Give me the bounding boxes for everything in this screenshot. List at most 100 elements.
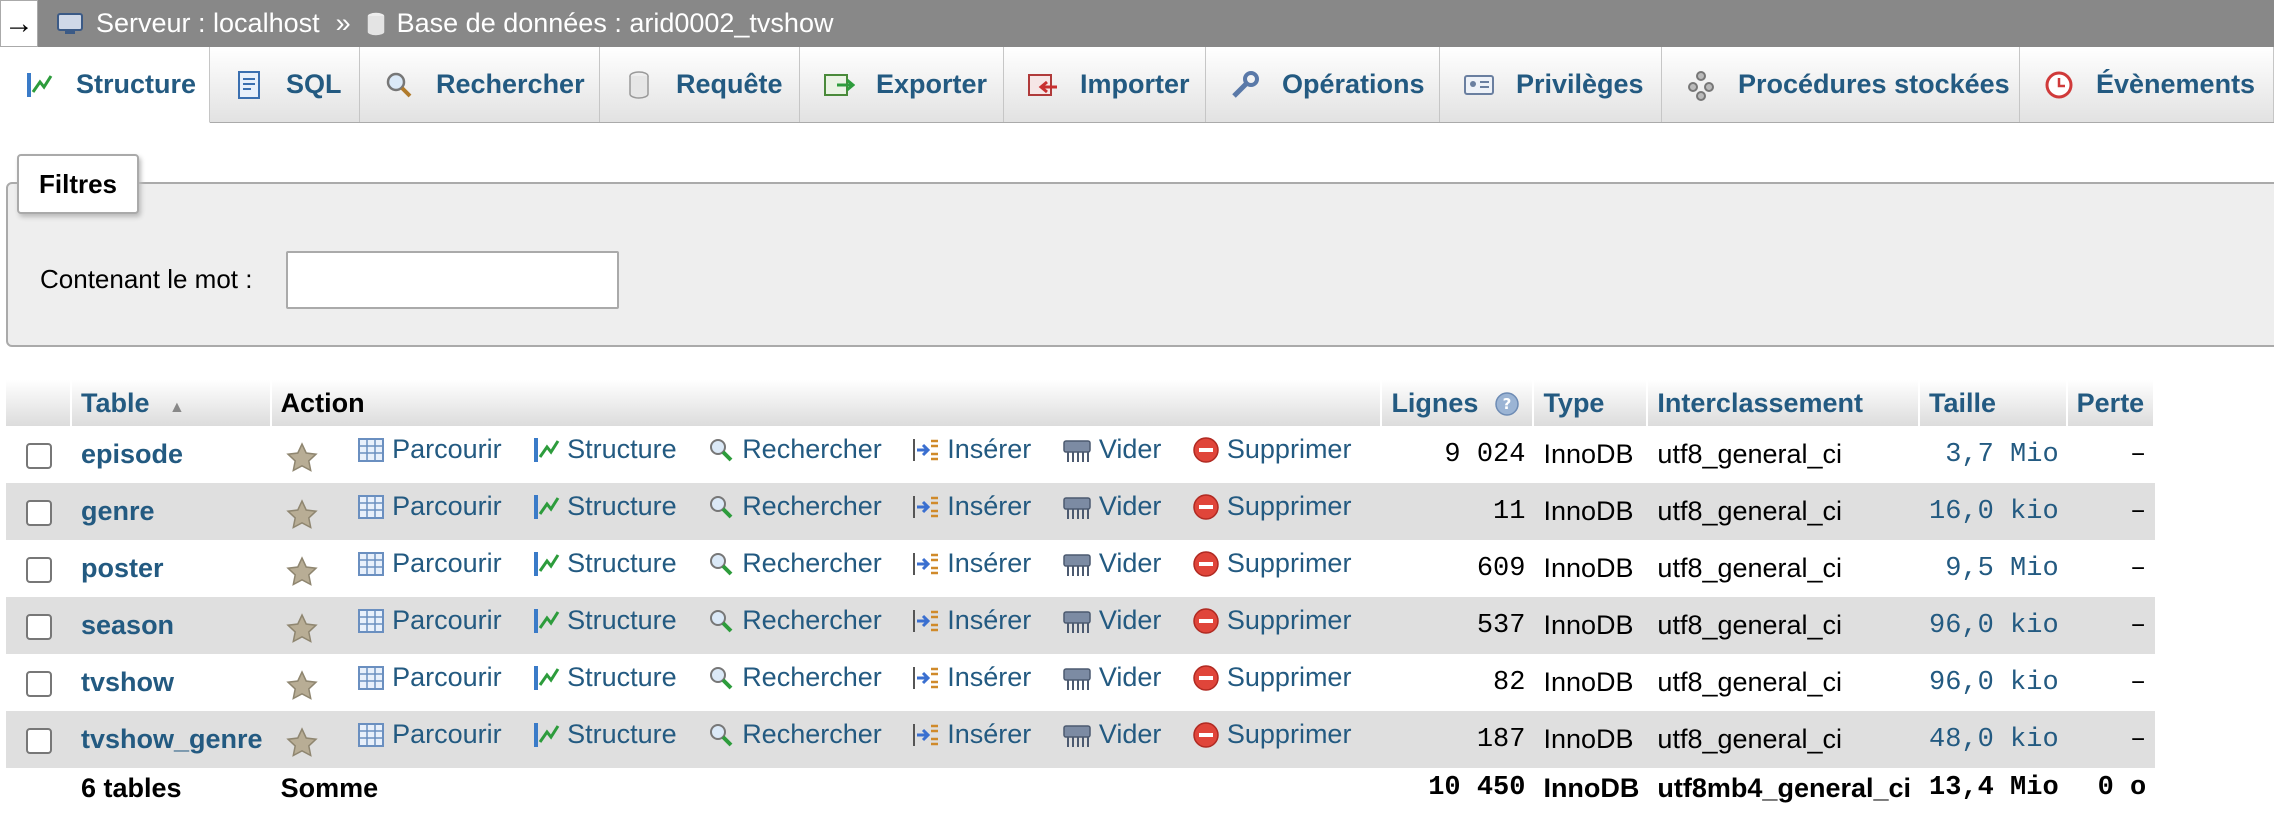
- insert-action[interactable]: Insérer: [911, 662, 1031, 693]
- table-name-link[interactable]: season: [81, 610, 174, 640]
- breadcrumb-database-link[interactable]: Base de données : arid0002_tvshow: [365, 8, 833, 39]
- favorite-star-icon[interactable]: [285, 498, 319, 532]
- browse-action[interactable]: Parcourir: [356, 548, 502, 579]
- structure-action[interactable]: Structure: [531, 719, 677, 750]
- empty-action[interactable]: Vider: [1061, 719, 1161, 750]
- drop-label: Supprimer: [1226, 605, 1352, 636]
- tab-structure[interactable]: Structure: [0, 47, 210, 123]
- insert-action[interactable]: Insérer: [911, 719, 1031, 750]
- tab-import[interactable]: Importer: [1004, 47, 1206, 122]
- tab-privileges[interactable]: Privilèges: [1440, 47, 1662, 122]
- structure-action[interactable]: Structure: [531, 491, 677, 522]
- sort-table-header[interactable]: Table ▲: [72, 380, 272, 426]
- row-checkbox[interactable]: [26, 556, 52, 583]
- search-action[interactable]: Rechercher: [706, 491, 882, 522]
- structure-label: Structure: [567, 491, 677, 522]
- structure-label: Structure: [567, 662, 677, 693]
- structure-icon: [534, 437, 560, 462]
- search-action[interactable]: Rechercher: [706, 605, 882, 636]
- browse-action[interactable]: Parcourir: [356, 605, 502, 636]
- row-checkbox[interactable]: [26, 670, 52, 697]
- row-count: 187: [1382, 711, 1535, 768]
- drop-action[interactable]: Supprimer: [1191, 434, 1351, 465]
- overhead-header[interactable]: Perte: [2067, 380, 2156, 426]
- tab-search[interactable]: Rechercher: [360, 47, 600, 122]
- drop-action[interactable]: Supprimer: [1191, 662, 1351, 693]
- overhead: –: [2067, 426, 2156, 483]
- row-checkbox[interactable]: [26, 442, 52, 469]
- insert-icon: [913, 609, 939, 632]
- favorite-star-icon[interactable]: [285, 441, 319, 475]
- structure-action[interactable]: Structure: [531, 662, 677, 693]
- collation: utf8_general_ci: [1648, 597, 1921, 654]
- search-action[interactable]: Rechercher: [706, 662, 882, 693]
- overhead: –: [2067, 540, 2156, 597]
- insert-action[interactable]: Insérer: [911, 605, 1031, 636]
- drop-action[interactable]: Supprimer: [1191, 548, 1351, 579]
- browse-action[interactable]: Parcourir: [356, 662, 502, 693]
- favorite-star-icon[interactable]: [285, 669, 319, 703]
- browse-action[interactable]: Parcourir: [356, 719, 502, 750]
- tab-query[interactable]: Requête: [600, 47, 800, 122]
- help-icon[interactable]: ?: [1494, 391, 1520, 417]
- table-name-link[interactable]: genre: [81, 496, 155, 526]
- drop-action[interactable]: Supprimer: [1191, 605, 1352, 636]
- insert-icon: [913, 495, 939, 518]
- tab-export[interactable]: Exporter: [800, 47, 1004, 122]
- search-icon: [710, 552, 733, 576]
- tab-routines[interactable]: Procédures stockées: [1662, 47, 2020, 122]
- search-action[interactable]: Rechercher: [706, 434, 882, 465]
- collation: utf8_general_ci: [1648, 654, 1921, 711]
- structure-action[interactable]: Structure: [531, 548, 677, 579]
- search-icon: [710, 495, 733, 519]
- size-header[interactable]: Taille: [1920, 380, 2068, 426]
- collapse-arrow-button[interactable]: →: [0, 0, 38, 47]
- sum-size: 13,4 Mio: [1929, 773, 2059, 803]
- favorite-star-icon[interactable]: [285, 726, 319, 760]
- row-checkbox[interactable]: [26, 613, 52, 640]
- insert-action[interactable]: Insérer: [911, 548, 1031, 579]
- collation-header[interactable]: Interclassement: [1648, 380, 1921, 426]
- search-action[interactable]: Rechercher: [706, 719, 882, 750]
- search-label: Rechercher: [742, 548, 882, 579]
- rows-header[interactable]: Lignes ?: [1382, 380, 1535, 426]
- favorite-star-icon[interactable]: [285, 555, 319, 589]
- tab-sql[interactable]: SQL: [210, 47, 360, 122]
- type-header[interactable]: Type: [1534, 380, 1649, 426]
- table-row: season Parcourir Structure Rechercher In…: [6, 597, 2156, 654]
- empty-action[interactable]: Vider: [1061, 548, 1161, 579]
- favorite-star-icon[interactable]: [285, 612, 319, 646]
- empty-action[interactable]: Vider: [1061, 434, 1161, 465]
- tab-operations[interactable]: Opérations: [1206, 47, 1440, 122]
- structure-icon: [534, 722, 560, 747]
- empty-icon: [1063, 554, 1091, 576]
- table-name-link[interactable]: tvshow: [81, 667, 174, 697]
- insert-action[interactable]: Insérer: [911, 491, 1031, 522]
- tab-events[interactable]: Évènements: [2020, 47, 2274, 122]
- insert-action[interactable]: Insérer: [911, 434, 1031, 465]
- browse-action[interactable]: Parcourir: [356, 491, 502, 522]
- breadcrumb-server-link[interactable]: Serveur : localhost: [56, 8, 320, 39]
- table-size: 48,0 kio: [1920, 711, 2068, 768]
- row-checkbox[interactable]: [26, 499, 52, 526]
- empty-action[interactable]: Vider: [1061, 662, 1161, 693]
- table-size: 96,0 kio: [1920, 597, 2068, 654]
- engine-type: InnoDB: [1534, 711, 1649, 768]
- table-name-link[interactable]: tvshow_genre: [81, 724, 263, 754]
- empty-action[interactable]: Vider: [1061, 491, 1161, 522]
- row-checkbox[interactable]: [26, 727, 52, 754]
- drop-action[interactable]: Supprimer: [1191, 719, 1351, 750]
- row-count: 11: [1382, 483, 1535, 540]
- search-label: Rechercher: [742, 491, 882, 522]
- empty-action[interactable]: Vider: [1061, 605, 1161, 636]
- table-name-link[interactable]: episode: [81, 439, 183, 469]
- sum-label: Somme: [280, 772, 379, 803]
- browse-action[interactable]: Parcourir: [356, 434, 502, 465]
- drop-action[interactable]: Supprimer: [1191, 491, 1351, 522]
- search-action[interactable]: Rechercher: [706, 548, 882, 579]
- filter-input[interactable]: [286, 251, 619, 309]
- table-name-link[interactable]: poster: [81, 553, 164, 583]
- table-row: genre Parcourir Structure Rechercher Ins…: [6, 483, 2156, 540]
- structure-action[interactable]: Structure: [531, 605, 677, 636]
- structure-action[interactable]: Structure: [531, 434, 677, 465]
